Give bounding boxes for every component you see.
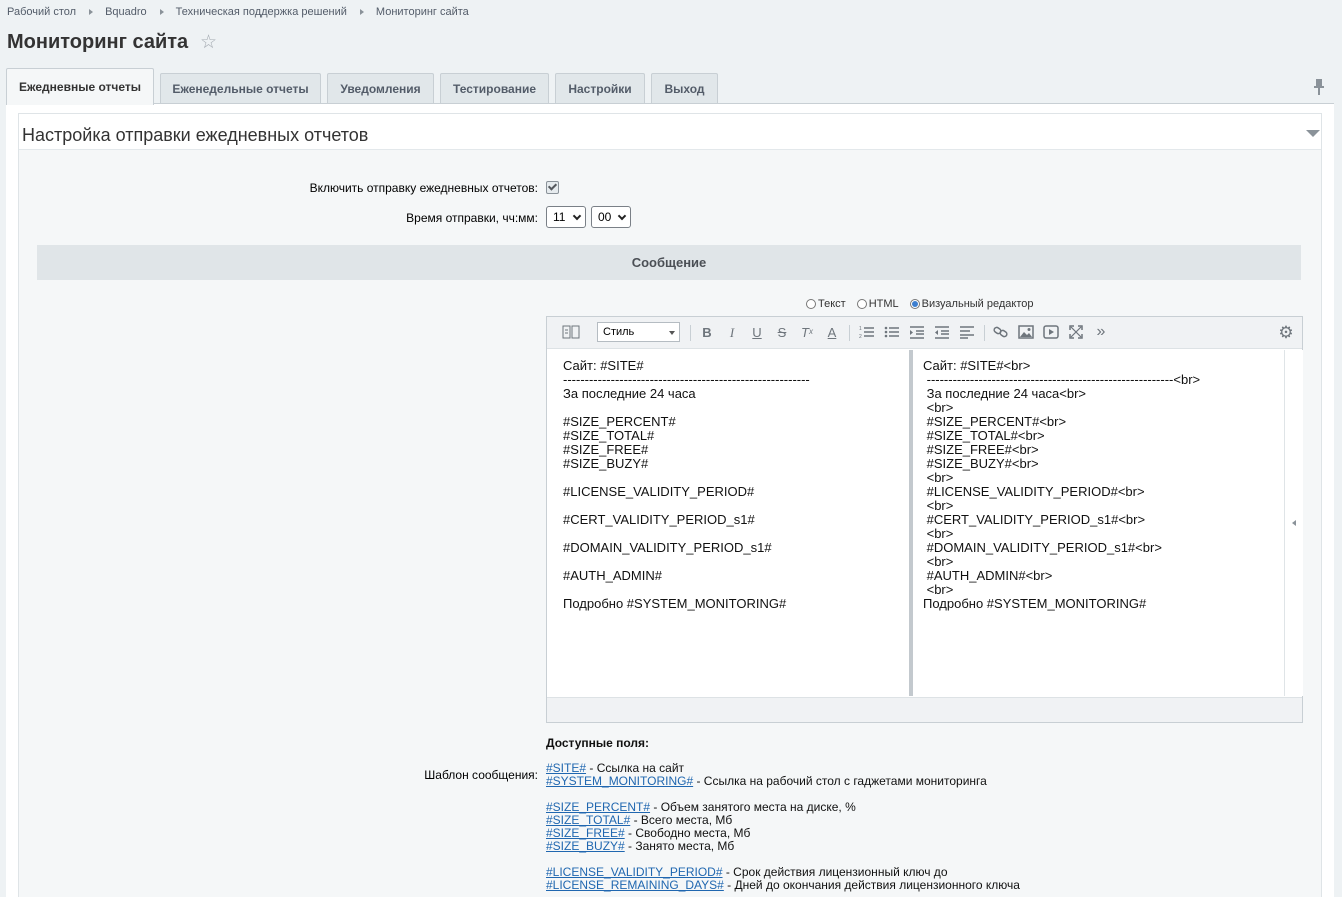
breadcrumb-desktop[interactable]: Рабочий стол [7,6,76,18]
breadcrumb-monitoring[interactable]: Мониторинг сайта [376,6,469,18]
tab-exit[interactable]: Выход [651,73,718,104]
checkmark-icon [547,181,558,191]
field-link[interactable]: #LICENSE_REMAINING_DAYS# [546,878,724,892]
template-label: Шаблон сообщения: [424,768,538,782]
tab-notifications[interactable]: Уведомления [327,73,434,104]
field-description: - Дней до окончания действия лицензионно… [723,878,1020,892]
chevron-down-icon [617,211,627,221]
field-link[interactable]: #SYSTEM_MONITORING# [546,774,693,788]
dropdown-arrow-icon [669,331,675,335]
list-item: #SIZE_BUZY# - Занято места, Мб [546,840,1020,853]
mode-text-label: Текст [818,298,846,310]
visual-editor-pane[interactable]: Сайт: #SITE# ---------------------------… [547,350,909,696]
message-group-header: Сообщение [37,245,1301,280]
tab-weekly-reports[interactable]: Еженедельные отчеты [160,73,321,104]
field-link[interactable]: #SIZE_BUZY# [546,839,625,853]
send-time-label: Время отправки, чч:мм: [406,211,538,225]
toolbar-divider [849,325,850,341]
clear-format-icon[interactable]: Tx [798,323,816,341]
source-editor-pane[interactable]: Сайт: #SITE#<br> -----------------------… [913,350,1284,696]
hour-value: 11 [553,210,566,224]
bullet-list-icon[interactable] [883,323,901,341]
image-icon[interactable] [1017,323,1035,341]
chevron-down-icon [572,211,582,221]
field-link[interactable]: #SIZE_FREE# [546,826,625,840]
pane-scrollbar[interactable] [1284,350,1303,696]
field-description: - Ссылка на сайт [586,761,685,775]
indent-icon[interactable] [908,323,926,341]
link-icon[interactable] [992,323,1010,341]
field-description: - Объем занятого места на диске, % [650,800,856,814]
tab-settings[interactable]: Настройки [555,73,645,104]
underline-icon[interactable]: U [748,323,766,341]
enable-reports-checkbox[interactable] [546,181,559,194]
section-title: Настройка отправки ежедневных отчетов [22,125,369,145]
outdent-icon[interactable] [933,323,951,341]
section-header: Настройка отправки ежедневных отчетов [19,114,1321,150]
mode-html-label: HTML [868,298,899,310]
minute-select[interactable]: 00 [591,206,631,228]
more-icon[interactable]: » [1092,323,1110,341]
minute-value: 00 [598,210,612,224]
svg-text:2: 2 [859,334,862,339]
breadcrumb: Рабочий стол Bquadro Техническая поддерж… [7,5,469,19]
enable-reports-label: Включить отправку ежедневных отчетов: [309,181,538,195]
style-select[interactable]: Стиль [597,322,680,342]
hour-select[interactable]: 11 [546,206,586,228]
tab-content-panel: Настройка отправки ежедневных отчетов Вк… [6,103,1334,897]
ordered-list-icon[interactable]: 12 [858,323,876,341]
field-description: - Ссылка на рабочий стол с гаджетами мон… [693,774,987,788]
mode-html-radio[interactable] [856,299,867,309]
editor-footer [547,697,1302,722]
breadcrumb-separator-icon [89,9,94,15]
breadcrumb-separator-icon [359,9,364,15]
fullscreen-icon[interactable] [1067,323,1085,341]
mode-text-radio[interactable] [806,299,816,309]
strikethrough-icon[interactable]: S [773,323,791,341]
page-title: Мониторинг сайта [7,31,189,53]
breadcrumb-bquadro[interactable]: Bquadro [105,6,147,18]
toolbar-divider [690,325,691,341]
settings-section: Настройка отправки ежедневных отчетов Вк… [18,113,1322,897]
svg-text:1: 1 [859,326,862,332]
tab-daily-reports[interactable]: Ежедневные отчеты [6,68,154,105]
mode-visual-label: Визуальный редактор [921,298,1034,310]
italic-icon[interactable]: I [723,323,741,341]
field-description: - Занято места, Мб [624,839,735,853]
editor-toolbar: Стиль B I U S Tx A 12 » ⚙ [547,317,1302,349]
editor-mode-switch: Текст HTML Визуальный редактор [806,297,1045,311]
toolbar-divider [984,325,985,341]
field-link[interactable]: #SITE# [546,761,586,775]
chevron-left-icon[interactable] [1292,520,1296,526]
field-description: - Срок действия лицензионный ключ до [722,865,948,879]
star-icon[interactable]: ☆ [200,33,217,53]
list-item: #LICENSE_REMAINING_DAYS# - Дней до оконч… [546,879,1020,892]
message-editor: Стиль B I U S Tx A 12 » ⚙ Сайт: #SITE# -… [546,316,1303,723]
available-fields-list: #SITE# - Ссылка на сайт #SYSTEM_MONITORI… [546,762,1020,892]
style-select-label: Стиль [603,326,635,338]
bold-icon[interactable]: B [698,323,716,341]
breadcrumb-support[interactable]: Техническая поддержка решений [176,6,347,18]
pin-icon[interactable] [1312,78,1326,96]
field-link[interactable]: #SIZE_TOTAL# [546,813,630,827]
font-color-icon[interactable]: A [823,323,841,341]
field-description: - Свободно места, Мб [624,826,751,840]
field-description: - Всего места, Мб [630,813,733,827]
tab-testing[interactable]: Тестирование [440,73,549,104]
mode-visual-radio[interactable] [909,299,920,309]
gear-icon[interactable]: ⚙ [1277,323,1295,341]
field-link[interactable]: #SIZE_PERCENT# [546,800,650,814]
video-icon[interactable] [1042,323,1060,341]
collapse-icon[interactable] [1306,130,1320,137]
field-link[interactable]: #LICENSE_VALIDITY_PERIOD# [546,865,723,879]
available-fields-title: Доступные поля: [546,736,650,750]
breadcrumb-separator-icon [159,9,164,15]
align-icon[interactable] [958,323,976,341]
list-item: #SYSTEM_MONITORING# - Ссылка на рабочий … [546,775,1020,788]
split-view-icon[interactable] [561,323,583,341]
